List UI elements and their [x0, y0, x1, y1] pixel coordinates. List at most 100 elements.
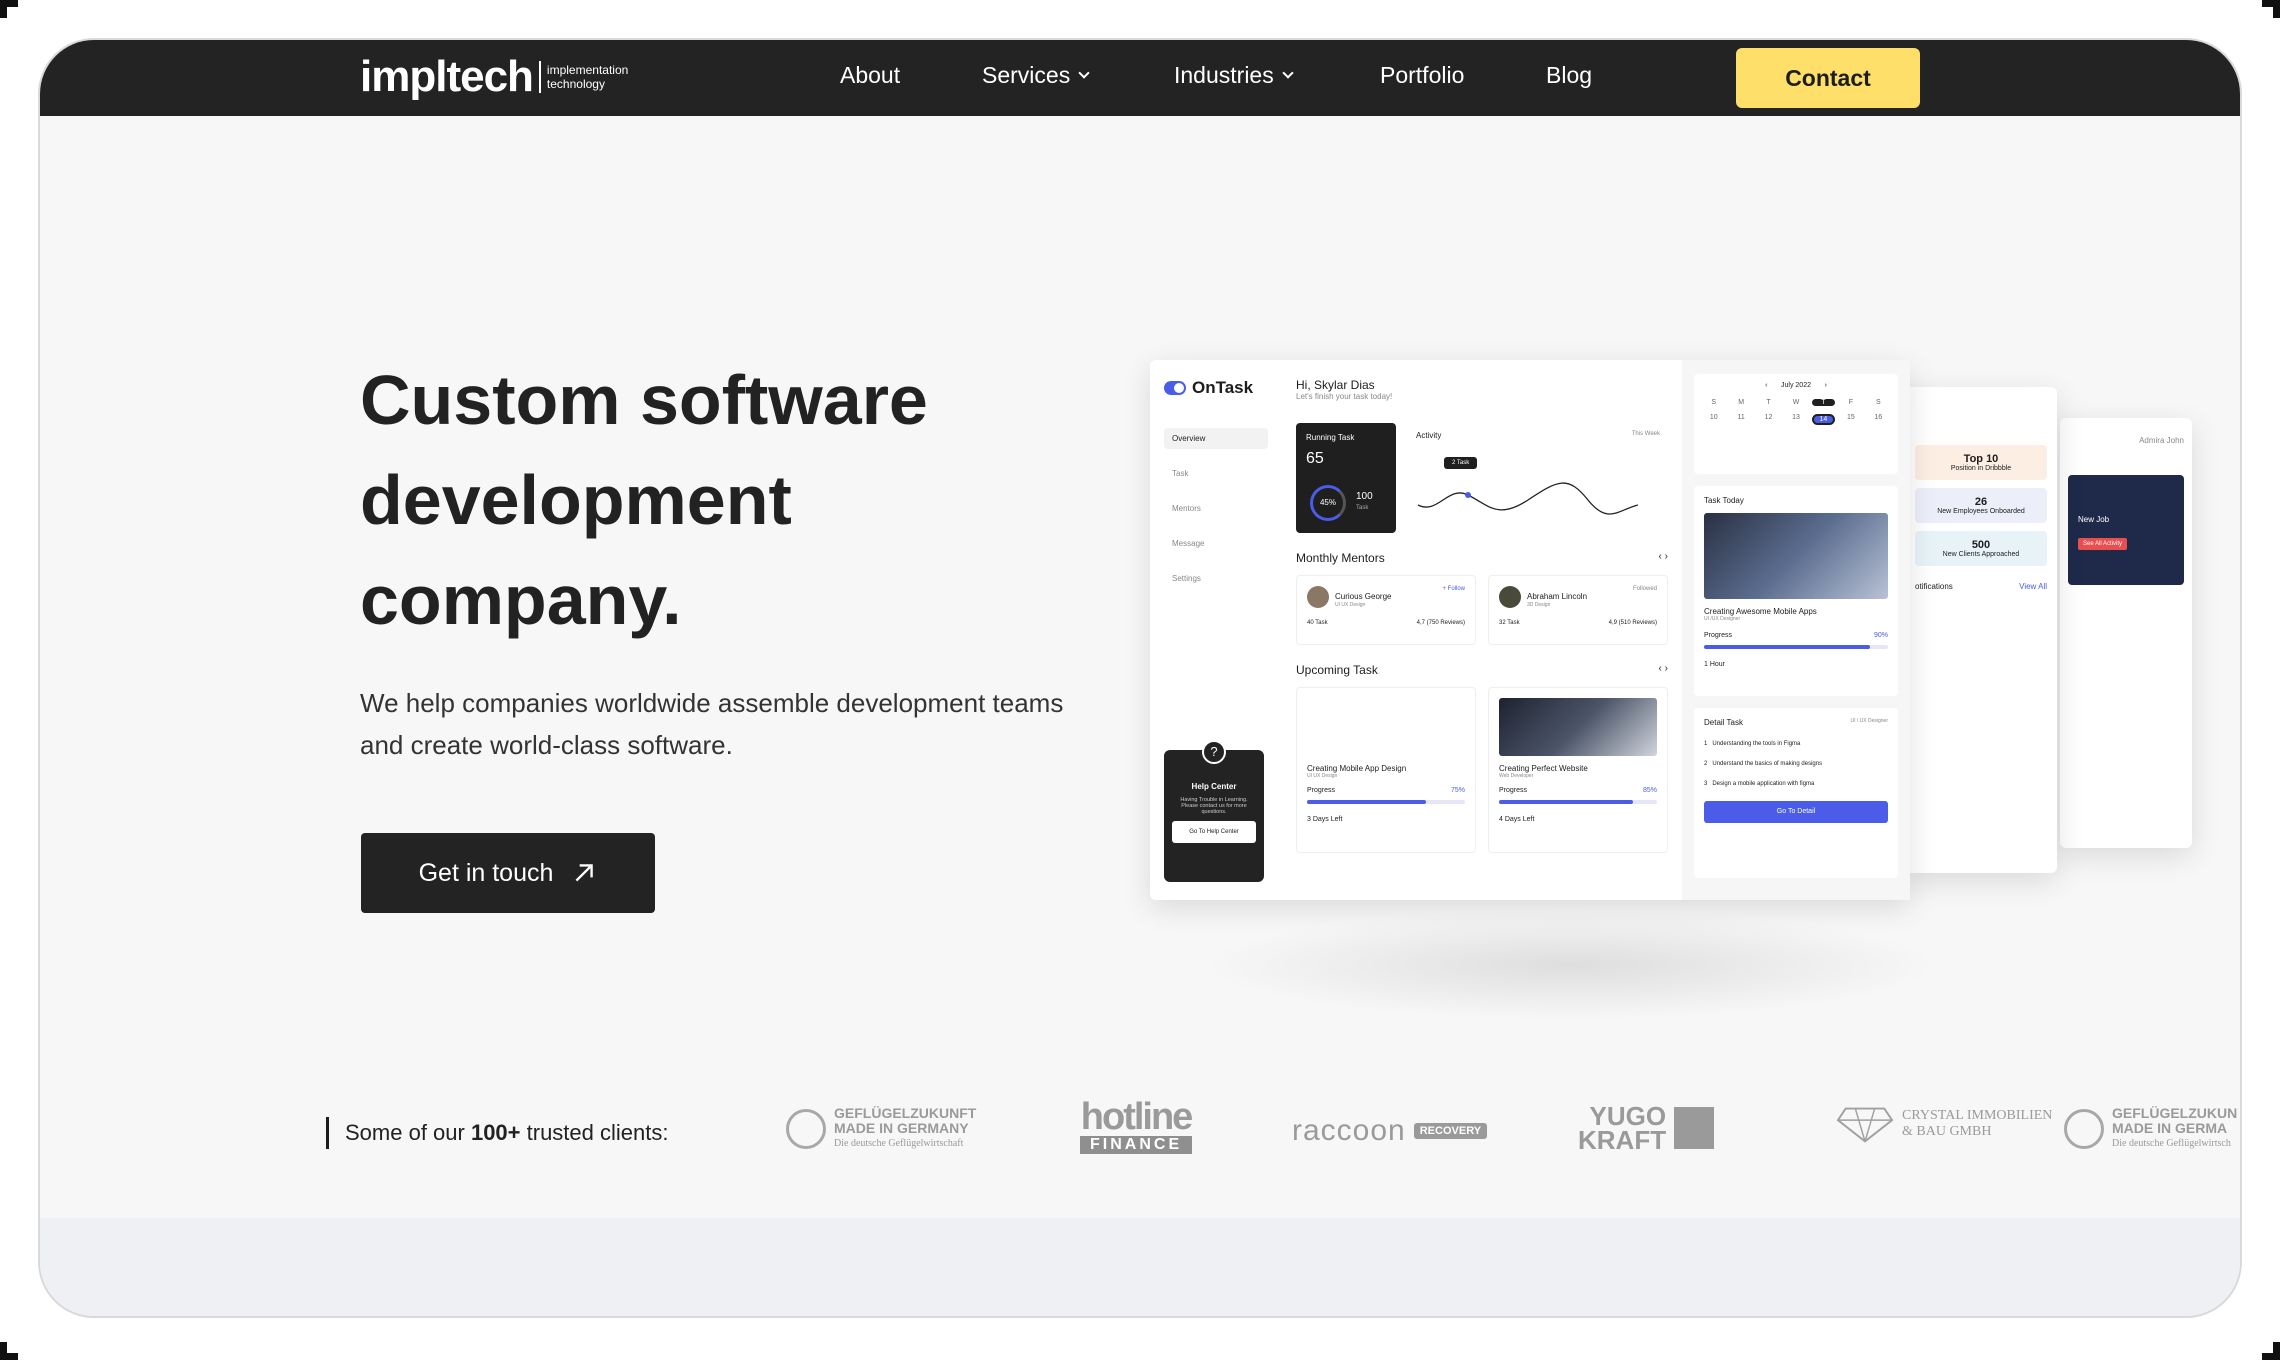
calendar-date[interactable]: 11 [1729, 414, 1752, 425]
help-center-button[interactable]: Go To Help Center [1172, 821, 1256, 843]
mockup-nav-task[interactable]: Task [1164, 463, 1268, 484]
detail-task-title: Detail Task [1704, 718, 1743, 727]
client-logo-line2: MADE IN GERMA [2112, 1120, 2228, 1136]
activity-period[interactable]: This Week [1632, 431, 1660, 440]
clients-count: 100+ [470, 1120, 521, 1145]
calendar-date[interactable]: 16 [1867, 414, 1890, 425]
nav-services-label: Services [982, 62, 1071, 88]
task-today-card: Task Today Creating Awesome Mobile Apps … [1694, 486, 1898, 696]
calendar-date[interactable]: 13 [1784, 414, 1807, 425]
calendar: ‹ July 2022 › S M T W T F S 10 11 12 13 … [1694, 374, 1898, 474]
mockup-nav-message[interactable]: Message [1164, 533, 1268, 554]
toggle-icon [1164, 381, 1186, 395]
site-logo[interactable]: impltech implementation technology [360, 52, 628, 102]
mentor-card[interactable]: Abraham Lincoln Followed 3D Design 32 Ta… [1488, 575, 1668, 645]
mockup-main-card: OnTask Overview Task Mentors Message Set… [1150, 360, 1910, 900]
task-days-left: 4 Days Left [1499, 816, 1535, 823]
client-logo-line2: KRAFT [1578, 1125, 1667, 1155]
new-job-label: New Job [2078, 515, 2110, 524]
notifications-title: otifications [1915, 582, 1953, 591]
calendar-grid: S M T W T F S 10 11 12 13 14 15 16 [1702, 399, 1890, 425]
mentor-name: Curious George [1335, 592, 1392, 602]
detail-task-role: UI / UX Designer [1850, 718, 1888, 724]
logo-tagline: implementation technology [547, 63, 628, 91]
clients-prefix: Some of our [345, 1120, 471, 1145]
get-in-touch-button[interactable]: Get in touch [361, 833, 655, 913]
task-title: Creating Perfect Website [1499, 764, 1588, 773]
see-activity-button[interactable]: See All Activity [2078, 538, 2128, 550]
task-today-progress-bar [1704, 645, 1888, 649]
new-job-panel: New Job See All Activity [2068, 475, 2184, 585]
task-progress-label: Progress [1307, 787, 1336, 794]
mentor-card[interactable]: Curious George + Follow UI UX Design 40 … [1296, 575, 1476, 645]
task-today-name: Creating Awesome Mobile Apps [1704, 607, 1817, 616]
help-center-card: ? Help Center Having Trouble in Learning… [1164, 740, 1264, 882]
client-logo-raccoon: raccoon RECOVERY [1292, 1114, 1488, 1148]
trusted-clients: Some of our 100+ trusted clients: [326, 1108, 668, 1158]
activity-label: Activity [1416, 431, 1442, 440]
follow-link[interactable]: + Follow [1442, 586, 1465, 592]
calendar-day: W [1792, 399, 1800, 406]
client-logo-line3: Die deutsche Geflügelwirtsch [2112, 1138, 2231, 1149]
task-today-title: Task Today [1704, 496, 1744, 505]
task-progress-fill [1499, 800, 1634, 804]
stat-clients: 500 New Clients Approached [1915, 531, 2047, 566]
nav-blog[interactable]: Blog [1546, 62, 1592, 89]
client-logo-line2: RECOVERY [1413, 1123, 1488, 1139]
calendar-date[interactable]: 12 [1757, 414, 1780, 425]
pager-arrows-icon[interactable]: ‹ › [1659, 551, 1668, 565]
detail-item: 3 Design a mobile application with figma [1704, 781, 1815, 787]
running-task-total: 100 [1356, 491, 1373, 502]
greeting: Hi, Skylar Dias [1296, 378, 1375, 392]
calendar-day: S [1875, 399, 1881, 406]
nav-portfolio[interactable]: Portfolio [1380, 62, 1464, 89]
view-all-link[interactable]: View All [2019, 582, 2047, 591]
running-task-ring: 45% [1310, 485, 1346, 521]
mockup-sidebar: OnTask Overview Task Mentors Message Set… [1150, 360, 1282, 900]
mentor-tasks: 32 Task [1499, 620, 1520, 626]
corner-mark-bottom-right [2262, 1342, 2280, 1360]
detail-item-text: Design a mobile application with figma [1712, 781, 1815, 787]
nav-services[interactable]: Services [982, 62, 1090, 89]
mockup-content: Hi, Skylar Dias Let's finish your task t… [1282, 360, 1682, 900]
calendar-date[interactable]: 15 [1839, 414, 1862, 425]
corner-mark-top-right [2262, 0, 2280, 18]
logo-divider [538, 61, 541, 93]
task-thumbnail [1499, 698, 1657, 756]
hero-title-line3: company. [360, 561, 682, 639]
task-today-time: 1 Hour [1704, 661, 1726, 668]
stat-clients-value: 500 [1971, 539, 1991, 551]
running-task-total-label: Task [1356, 505, 1369, 511]
mockup-nav-settings[interactable]: Settings [1164, 568, 1268, 589]
task-today-progress-label: Progress [1704, 632, 1733, 639]
client-logo-gefluegelzukunft-repeat: GEFLÜGELZUKUN MADE IN GERMA Die deutsche… [2064, 1106, 2237, 1151]
client-logo-hotline: hotline FINANCE [1080, 1098, 1193, 1154]
task-card[interactable]: Creating Mobile App Design UI UX Design … [1296, 687, 1476, 853]
bird-icon [786, 1108, 826, 1149]
mockup-brand: OnTask [1164, 378, 1268, 398]
mentor-rating: 4,9 (510 Reviews) [1608, 620, 1657, 626]
mockup-nav-mentors[interactable]: Mentors [1164, 498, 1268, 519]
mentor-role: UI UX Design [1335, 602, 1366, 608]
back-card-toolbar [1915, 405, 2047, 431]
task-today-image [1704, 513, 1888, 599]
go-to-detail-button[interactable]: Go To Detail [1704, 801, 1888, 823]
logo-tagline-line2: technology [546, 77, 605, 91]
pager-arrows-icon[interactable]: ‹ › [1659, 663, 1668, 677]
mockup-nav-overview[interactable]: Overview [1164, 428, 1268, 449]
calendar-day: S [1711, 399, 1717, 406]
task-progress-label: Progress [1499, 787, 1528, 794]
calendar-date[interactable]: 10 [1702, 414, 1725, 425]
admin-name: Admira John [2139, 436, 2184, 445]
nav-about[interactable]: About [840, 62, 900, 89]
avatar [1307, 586, 1329, 608]
client-logo-line2: FINANCE [1080, 1136, 1193, 1154]
detail-task-card: Detail Task UI / UX Designer 1 Understand… [1694, 708, 1898, 878]
nav-industries[interactable]: Industries [1174, 62, 1294, 89]
contact-button[interactable]: Contact [1736, 48, 1920, 108]
followed-label[interactable]: Followed [1633, 586, 1657, 592]
calendar-date-selected[interactable]: 14 [1811, 414, 1836, 425]
client-logo-crystal: CRYSTAL IMMOBILIEN & BAU GMBH [1836, 1104, 2052, 1144]
avatar [1499, 586, 1521, 608]
task-card[interactable]: Creating Perfect Website Web Developer P… [1488, 687, 1668, 853]
